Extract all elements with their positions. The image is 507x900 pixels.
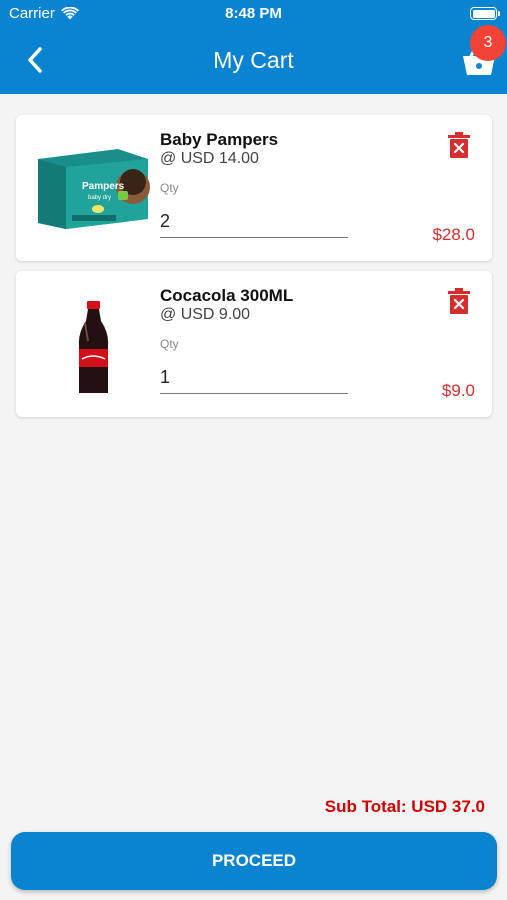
unit-price: @ USD 14.00 [160,150,259,167]
cart-item-card: Pampers baby dry Baby Pampers @ USD 14.0… [16,115,492,261]
app-header: Carrier 8:48 PM My Cart [0,0,507,94]
subtotal: Sub Total: USD 37.0 [324,797,485,816]
status-time: 8:48 PM [225,5,282,22]
qty-label: Qty [160,337,179,351]
quantity-input[interactable] [160,204,348,238]
product-image [78,301,109,393]
qty-label: Qty [160,181,179,195]
svg-text:Pampers: Pampers [82,181,125,192]
product-name: Baby Pampers [160,130,279,149]
product-name: Cocacola 300ML [160,286,294,305]
line-total: $9.0 [441,381,475,400]
delete-icon[interactable] [448,288,470,314]
cart-item-card: Cocacola 300ML @ USD 9.00 Qty $9.0 [16,271,492,417]
svg-text:baby dry: baby dry [88,195,111,201]
status-bar: Carrier 8:48 PM [0,0,507,28]
product-image: Pampers baby dry [38,149,150,229]
delete-icon[interactable] [448,132,470,158]
quantity-input[interactable] [160,360,348,394]
unit-price: @ USD 9.00 [160,306,251,323]
cart-count-badge: 3 [470,25,506,61]
battery-icon [470,7,500,20]
proceed-button[interactable]: PROCEED [11,832,497,890]
page-title: My Cart [213,47,294,73]
line-total: $28.0 [432,225,475,244]
